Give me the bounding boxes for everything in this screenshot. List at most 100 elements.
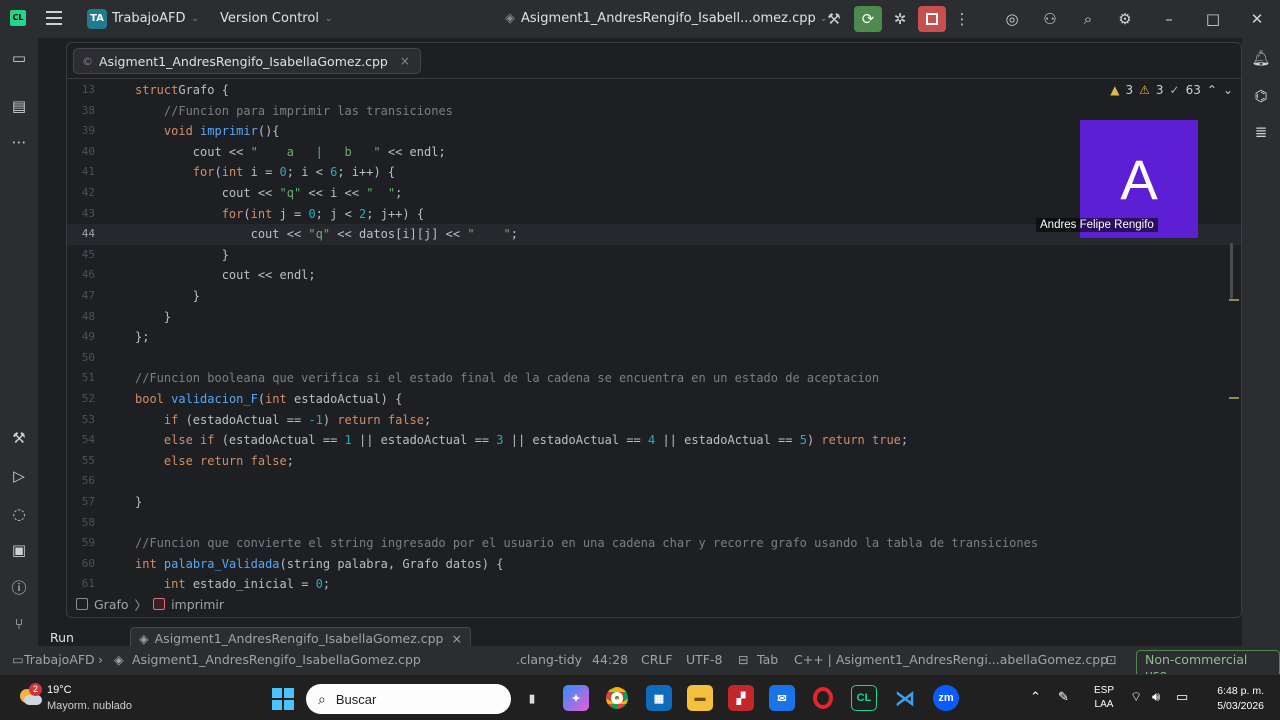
run-button[interactable]: ⟳	[854, 6, 882, 32]
language-indicator[interactable]: ESP LAA	[1094, 684, 1114, 712]
vcs-selector[interactable]: Version Control ⌄	[220, 11, 332, 26]
windows-start-icon[interactable]	[272, 688, 294, 710]
search-icon[interactable]: ⌕	[1078, 9, 1098, 29]
add-user-icon[interactable]: ⚇	[1040, 9, 1060, 29]
code-line[interactable]: 47 }	[67, 286, 1241, 307]
weather-temperature[interactable]: 19°C	[47, 684, 72, 696]
volume-icon[interactable]: 🔊︎	[1152, 689, 1160, 705]
git-icon[interactable]: ⑂	[9, 614, 29, 634]
store-icon[interactable]: ▦	[646, 685, 672, 711]
inspection-widget[interactable]: ▲ 3 ⚠ 3 ✓ 63 ⌃ ⌄	[1110, 83, 1233, 97]
clock[interactable]: 6:48 p. m. 5/03/2026	[1208, 684, 1264, 714]
chrome-icon[interactable]	[604, 685, 630, 711]
weather-condition[interactable]: Mayorm. nublado	[47, 700, 132, 712]
status-project[interactable]: TrabajoAFD	[24, 652, 95, 667]
code-line[interactable]: 38 //Funcion para imprimir las transicio…	[67, 101, 1241, 122]
chevron-down-icon[interactable]: ⌄	[1223, 83, 1233, 97]
debug-icon[interactable]: ✲	[890, 9, 910, 29]
services-icon[interactable]: ◌	[9, 504, 29, 524]
structure-icon[interactable]: ▤	[9, 96, 29, 116]
code-line[interactable]: 39 void imprimir(){	[67, 121, 1241, 142]
project-folder-icon[interactable]: ▭	[9, 48, 29, 68]
wifi-icon[interactable]: ⌔	[1130, 689, 1142, 705]
task-view-icon[interactable]: ▮	[519, 685, 545, 711]
clion-taskbar-icon[interactable]: CL	[851, 685, 877, 711]
code-text: bool validacion_F(int estadoActual) {	[135, 392, 403, 406]
status-file[interactable]: Asigment1_AndresRengifo_IsabellaGomez.cp…	[132, 652, 421, 667]
status-caret-position[interactable]: 44:28	[592, 652, 628, 667]
code-line[interactable]: 48 }	[67, 307, 1241, 328]
run-label[interactable]: Run	[50, 630, 74, 645]
zoom-icon[interactable]: zm	[933, 685, 959, 711]
code-area[interactable]: 13 structGrafo {38 //Funcion para imprimi…	[67, 80, 1241, 591]
status-indent[interactable]: Tab	[757, 652, 778, 667]
code-line[interactable]: 55 else return false;	[67, 451, 1241, 472]
problems-icon[interactable]: ⓘ	[9, 578, 29, 598]
project-badge[interactable]: TA	[87, 9, 107, 29]
code-line[interactable]: 46 cout << endl;	[67, 265, 1241, 286]
code-line[interactable]: 56	[67, 471, 1241, 492]
code-line[interactable]: 49};	[67, 327, 1241, 348]
battery-icon[interactable]: ▭	[1176, 689, 1188, 705]
lock-icon[interactable]: ⊡	[1106, 652, 1116, 667]
code-line[interactable]: 53 if (estadoActual == -1) return false;	[67, 410, 1241, 431]
run-tool-icon[interactable]: ▷	[9, 466, 29, 486]
code-line[interactable]: 40 cout << " a | b " << endl;	[67, 142, 1241, 163]
main-menu-icon[interactable]	[46, 11, 62, 25]
code-line[interactable]: 52 bool validacion_F(int estadoActual) {	[67, 389, 1241, 410]
settings-gear-icon[interactable]: ⚙	[1115, 9, 1135, 29]
run-tab[interactable]: ◈ Asigment1_AndresRengifo_IsabellaGomez.…	[130, 627, 471, 646]
breadcrumb-struct[interactable]: Grafo	[94, 597, 129, 612]
office-icon[interactable]: ▞	[728, 685, 754, 711]
copilot-icon[interactable]: ✦	[563, 685, 589, 711]
outlook-icon[interactable]: ✉	[769, 685, 795, 711]
taskbar-search[interactable]: ⌕ Buscar	[306, 684, 511, 714]
build-icon[interactable]: ⚒	[9, 428, 29, 448]
run-configuration-selector[interactable]: ◈ Asigment1_AndresRengifo_Isabell...omez.…	[505, 11, 827, 26]
code-line[interactable]: 42 cout << "q" << i << " ";	[67, 183, 1241, 204]
status-language-file[interactable]: C++ | Asigment1_AndresRengi...abellaGome…	[794, 652, 1108, 667]
chevron-down-icon: ⌄	[191, 13, 200, 24]
code-line[interactable]: 45 }	[67, 245, 1241, 266]
status-line-separator[interactable]: CRLF	[641, 652, 673, 667]
file-explorer-icon[interactable]: ▬	[687, 685, 713, 711]
vscode-icon[interactable]: ⋊	[892, 685, 918, 711]
code-line[interactable]: 51 //Funcion booleana que verifica si el …	[67, 368, 1241, 389]
terminal-icon[interactable]: ▣	[9, 540, 29, 560]
database-icon[interactable]: ≣	[1251, 122, 1271, 142]
code-line[interactable]: 58	[67, 513, 1241, 534]
stop-button[interactable]	[918, 6, 946, 32]
ai-chat-icon[interactable]: ⌬	[1251, 86, 1271, 106]
show-hidden-icons[interactable]: ⌃	[1030, 689, 1041, 705]
breadcrumb-function[interactable]: imprimir	[171, 597, 224, 612]
chevron-up-icon[interactable]: ⌃	[1207, 83, 1217, 97]
project-selector[interactable]: TrabajoAFD ⌄	[112, 11, 199, 26]
code-line[interactable]: 50	[67, 348, 1241, 369]
line-number: 47	[81, 289, 95, 302]
code-text: cout << "q" << datos[i][j] << " ";	[135, 227, 518, 242]
code-line[interactable]: 13 structGrafo {	[67, 80, 1241, 101]
error-icon: ▲	[1110, 83, 1120, 97]
pen-icon[interactable]: ✎	[1058, 689, 1069, 705]
build-hammer-icon[interactable]: ⚒	[824, 9, 844, 29]
close-tab-icon[interactable]: ×	[451, 631, 461, 646]
more-tools-icon[interactable]: ⋯	[9, 132, 29, 152]
ai-assistant-icon[interactable]: ◎	[1002, 9, 1022, 29]
code-line[interactable]: 59 //Funcion que convierte el string ingr…	[67, 533, 1241, 554]
more-actions-icon[interactable]: ⋮	[952, 9, 972, 29]
minimize-button[interactable]: –	[1159, 9, 1179, 29]
maximize-button[interactable]: □	[1203, 9, 1223, 29]
status-project-icon: ▭	[12, 652, 24, 667]
code-line[interactable]: 60 int palabra_Validada(string palabra, G…	[67, 554, 1241, 575]
code-line[interactable]: 54 else if (estadoActual == 1 || estadoA…	[67, 430, 1241, 451]
code-line[interactable]: 41 for(int i = 0; i < 6; i++) {	[67, 162, 1241, 183]
status-clang-tidy[interactable]: .clang-tidy	[516, 652, 582, 667]
close-tab-icon[interactable]: ×	[400, 54, 410, 68]
code-line[interactable]: 57}	[67, 492, 1241, 513]
editor-tab-active[interactable]: © Asigment1_AndresRengifo_IsabellaGomez.…	[73, 48, 421, 74]
vertical-scrollbar[interactable]	[1230, 243, 1233, 299]
opera-icon[interactable]	[810, 685, 836, 711]
close-button[interactable]: ✕	[1247, 9, 1267, 29]
notifications-icon[interactable]: 🔔︎	[1251, 48, 1271, 68]
status-encoding[interactable]: UTF-8	[686, 652, 722, 667]
